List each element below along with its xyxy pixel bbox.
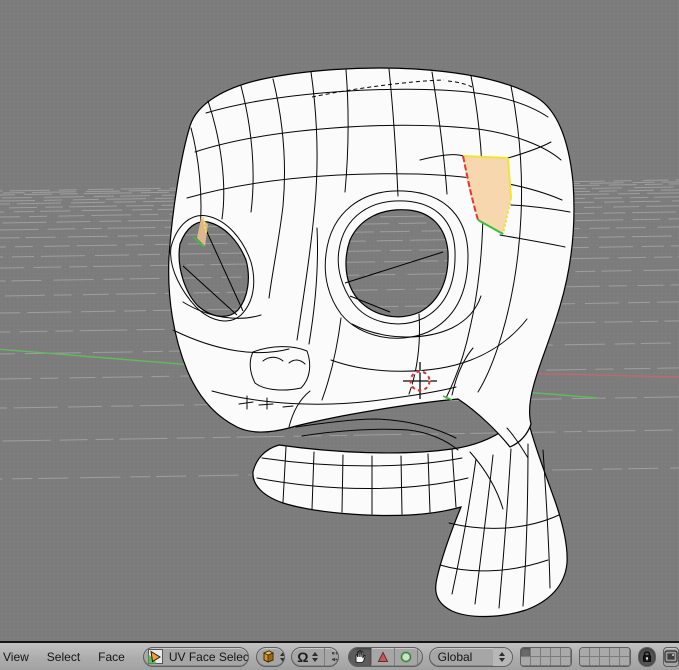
- move-centers-button[interactable]: [324, 648, 339, 666]
- viewport-canvas[interactable]: [0, 0, 679, 641]
- draw-mode-dropdown[interactable]: [256, 647, 285, 667]
- orientation-label: Global: [430, 650, 493, 664]
- layer-7-button[interactable]: [531, 657, 541, 666]
- layer-buttons: [520, 647, 631, 667]
- layer-3-button[interactable]: [541, 648, 551, 657]
- layer-6-button[interactable]: [521, 657, 531, 666]
- pivot-group: Ω: [291, 647, 339, 667]
- menu-select[interactable]: Select: [38, 650, 89, 664]
- translate-cone-icon: [376, 650, 390, 664]
- layer-2-button[interactable]: [531, 648, 541, 657]
- textured-draw-cube-icon: [257, 648, 280, 666]
- layer-11-button[interactable]: [580, 648, 590, 657]
- omega-pivot-icon: Ω: [296, 650, 309, 664]
- layer-18-button[interactable]: [600, 657, 610, 666]
- layer-9-button[interactable]: [551, 657, 561, 666]
- layer-17-button[interactable]: [590, 657, 600, 666]
- layer-13-button[interactable]: [600, 648, 610, 657]
- scale-square-icon: [422, 650, 423, 664]
- layer-15-button[interactable]: [620, 648, 630, 657]
- mode-dropdown-label: UV Face Select: [167, 650, 249, 664]
- render-image-icon: [664, 650, 678, 663]
- render-button[interactable]: [663, 647, 679, 667]
- layer-1-button[interactable]: [521, 648, 531, 657]
- manipulator-translate-button[interactable]: [371, 648, 394, 666]
- pivot-dropdown[interactable]: Ω: [292, 648, 324, 666]
- orientation-arrows: [493, 648, 512, 666]
- layer-8-button[interactable]: [541, 657, 551, 666]
- move-centers-icon: [329, 650, 339, 664]
- viewport-header: View Select Face UV Face Select: [0, 641, 679, 670]
- manipulator-group: [348, 647, 423, 667]
- blender-window: View Select Face UV Face Select: [0, 0, 679, 670]
- layer-10-button[interactable]: [561, 657, 571, 666]
- layer-20-button[interactable]: [620, 657, 630, 666]
- face-select-icon: [144, 648, 167, 666]
- menu-face[interactable]: Face: [89, 650, 134, 664]
- manipulator-hand-toggle[interactable]: [349, 648, 371, 666]
- hand-icon: [353, 649, 367, 664]
- manipulator-scale-button[interactable]: [417, 648, 423, 666]
- manipulator-rotate-button[interactable]: [394, 648, 417, 666]
- layer-4-button[interactable]: [551, 648, 561, 657]
- layer-grid-1: [520, 647, 572, 667]
- layer-12-button[interactable]: [590, 648, 600, 657]
- mode-dropdown[interactable]: UV Face Select: [143, 647, 249, 667]
- orientation-dropdown[interactable]: Global: [429, 647, 513, 667]
- rotate-ring-icon: [399, 650, 413, 664]
- layer-5-button[interactable]: [561, 648, 571, 657]
- menu-view[interactable]: View: [0, 650, 38, 664]
- 3d-viewport[interactable]: [0, 0, 679, 641]
- layer-16-button[interactable]: [580, 657, 590, 666]
- padlock-icon: [641, 650, 653, 663]
- draw-mode-arrows: [280, 648, 285, 666]
- layer-grid-2: [579, 647, 631, 667]
- lock-button[interactable]: [638, 647, 656, 667]
- layer-14-button[interactable]: [610, 648, 620, 657]
- layer-19-button[interactable]: [610, 657, 620, 666]
